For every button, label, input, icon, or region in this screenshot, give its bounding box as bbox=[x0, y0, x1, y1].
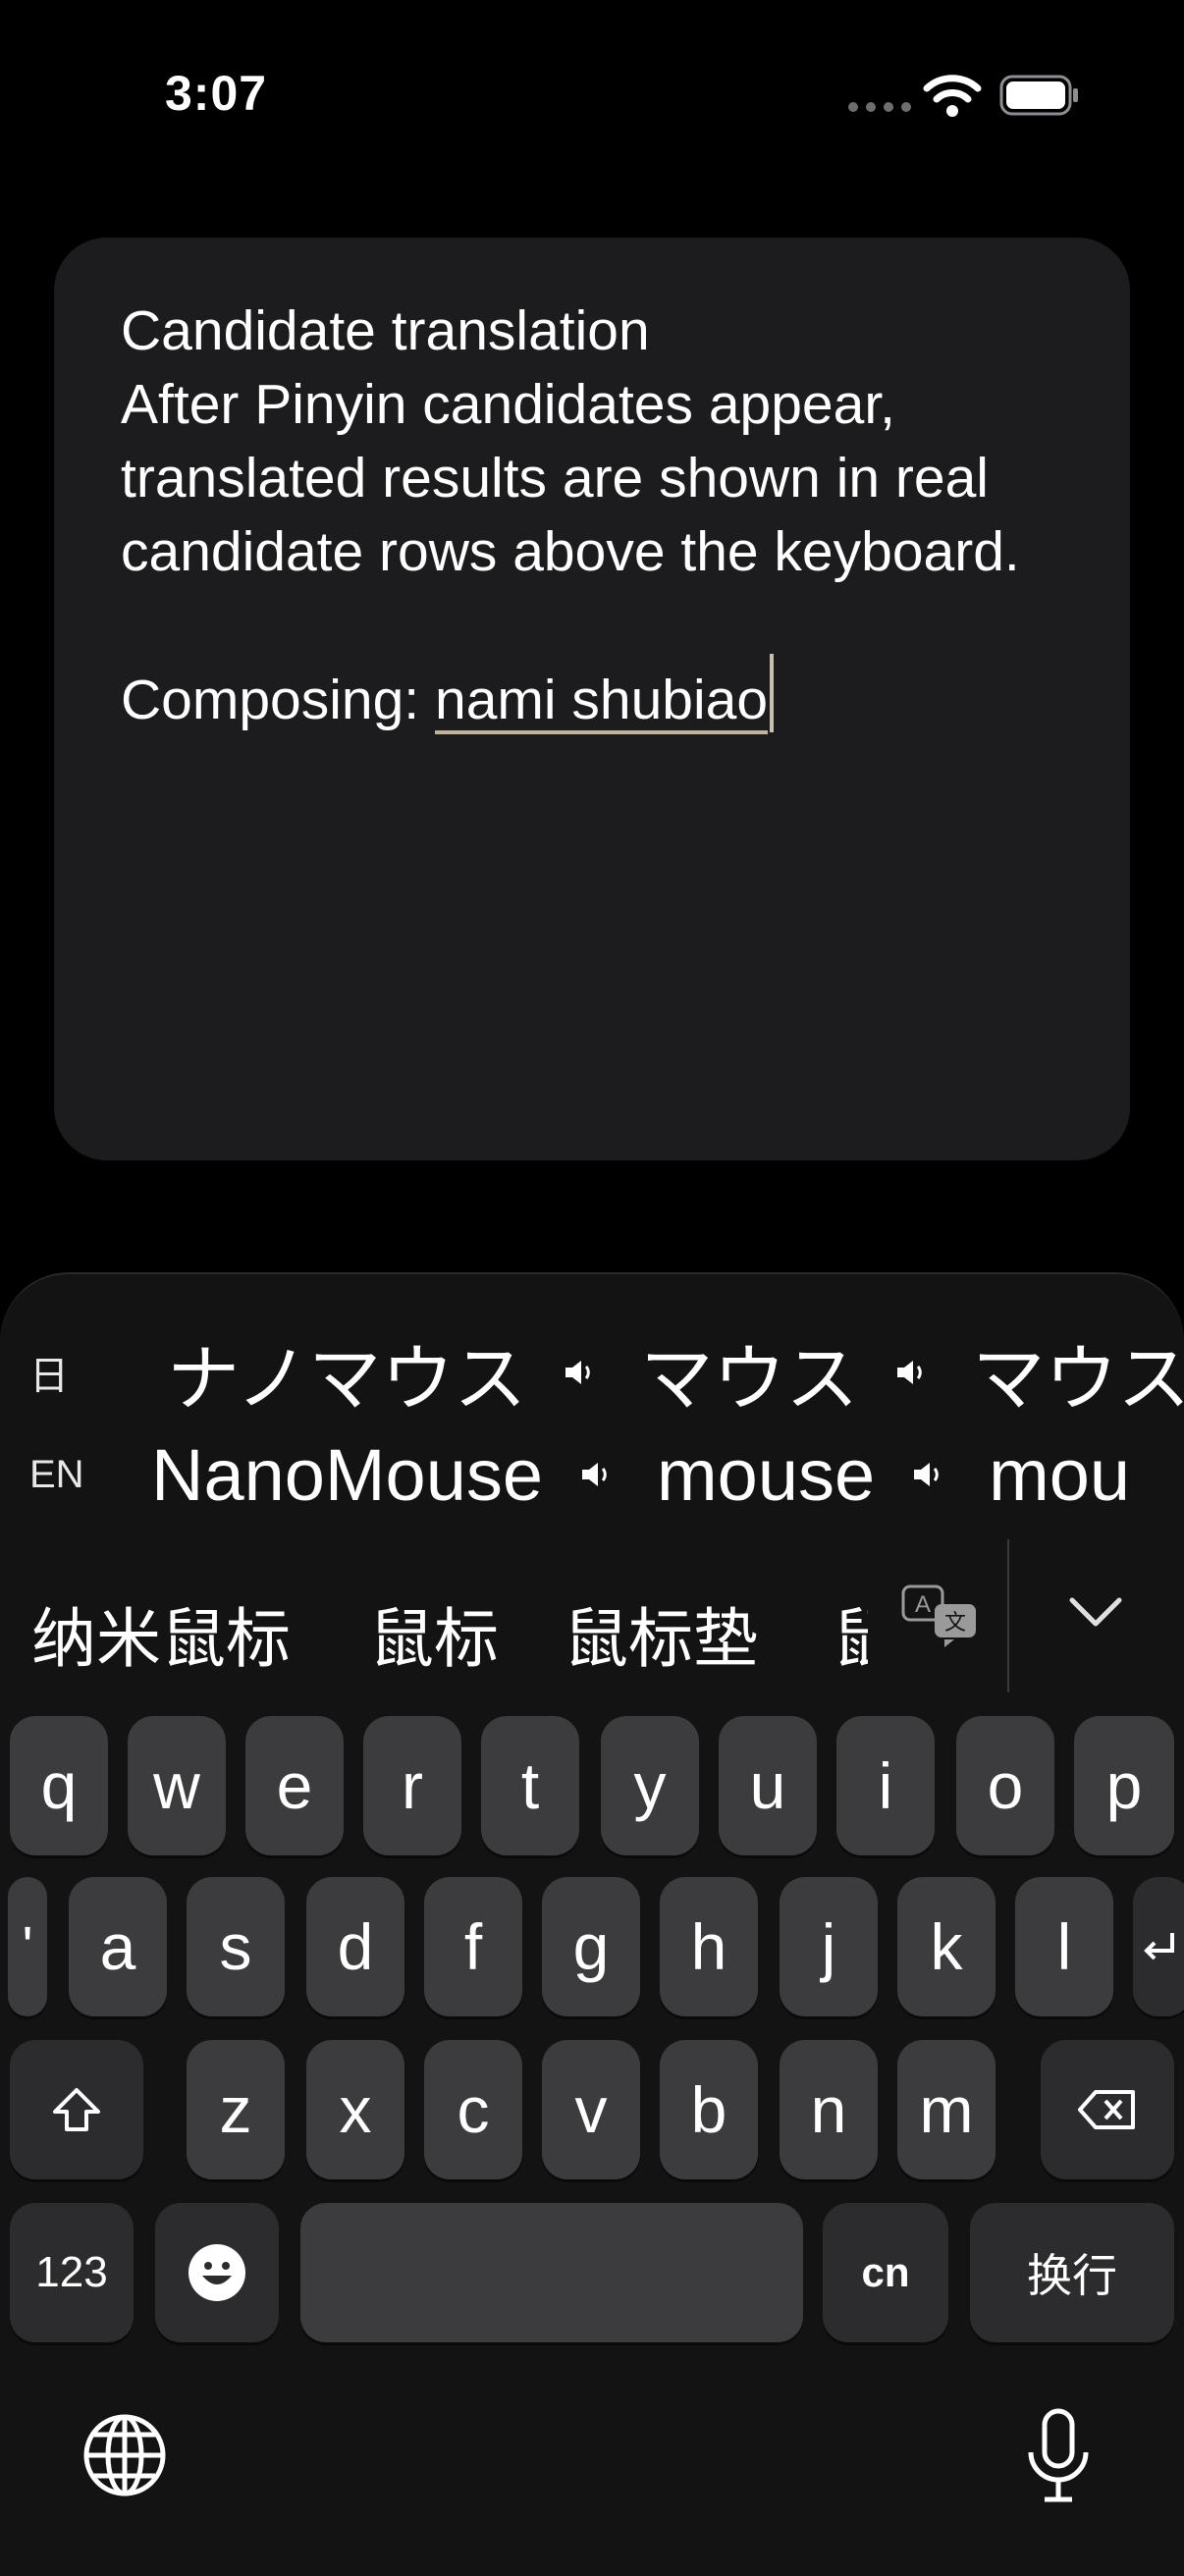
wifi-icon bbox=[923, 75, 982, 117]
key-e[interactable]: e bbox=[245, 1716, 344, 1855]
key-c[interactable]: c bbox=[424, 2040, 522, 2179]
pinyin-candidate[interactable]: 纳米鼠标 bbox=[31, 1586, 291, 1681]
key-x[interactable]: x bbox=[306, 2040, 404, 2179]
speaker-icon[interactable] bbox=[908, 1455, 947, 1494]
signal-dots-icon bbox=[848, 102, 911, 112]
key-return-partial[interactable] bbox=[1133, 1877, 1184, 2016]
status-time: 3:07 bbox=[165, 66, 268, 121]
key-b[interactable]: b bbox=[660, 2040, 758, 2179]
svg-text:A: A bbox=[915, 1591, 931, 1618]
translation-candidate[interactable]: マウス bbox=[972, 1320, 1184, 1425]
key-s[interactable]: s bbox=[187, 1877, 285, 2016]
candidate-divider bbox=[1007, 1539, 1009, 1692]
translation-candidate[interactable]: NanoMouse bbox=[151, 1433, 657, 1517]
shift-key[interactable] bbox=[10, 2040, 143, 2179]
key-y[interactable]: y bbox=[601, 1716, 699, 1855]
key-d[interactable]: d bbox=[306, 1877, 404, 2016]
space-key[interactable] bbox=[300, 2203, 803, 2342]
text-cursor bbox=[770, 654, 775, 732]
composing-label: Composing: bbox=[121, 669, 435, 731]
chevron-down-icon[interactable] bbox=[1064, 1586, 1127, 1636]
key-i[interactable]: i bbox=[836, 1716, 935, 1855]
microphone-icon[interactable] bbox=[1023, 2407, 1094, 2505]
key-z[interactable]: z bbox=[187, 2040, 285, 2179]
key-h[interactable]: h bbox=[660, 1877, 758, 2016]
translation-candidate[interactable]: マウス bbox=[640, 1320, 972, 1425]
key-v[interactable]: v bbox=[542, 2040, 640, 2179]
translation-candidate[interactable]: mouse bbox=[657, 1433, 989, 1517]
lang-switch-key[interactable]: cn bbox=[823, 2203, 948, 2342]
globe-icon[interactable] bbox=[82, 2413, 167, 2497]
key-apostrophe[interactable]: ' bbox=[8, 1877, 47, 2016]
emoji-icon bbox=[188, 2244, 245, 2301]
keyboard: 日 ナノマウス マウス マウス EN NanoMouse mouse mou 纳… bbox=[0, 1272, 1184, 2576]
composing-text: nami shubiao bbox=[435, 669, 769, 731]
key-p[interactable]: p bbox=[1074, 1716, 1174, 1855]
composing-line: Composing: nami shubiao bbox=[121, 654, 775, 737]
speaker-icon[interactable] bbox=[560, 1353, 599, 1392]
pinyin-candidate[interactable]: 鼠标垫 bbox=[564, 1586, 758, 1681]
key-u[interactable]: u bbox=[719, 1716, 817, 1855]
key-g[interactable]: g bbox=[542, 1877, 640, 2016]
return-arrow-icon bbox=[1144, 1933, 1174, 1960]
key-t[interactable]: t bbox=[481, 1716, 579, 1855]
text-input-area[interactable]: Candidate translation After Pinyin candi… bbox=[54, 238, 1130, 1160]
key-a[interactable]: a bbox=[69, 1877, 167, 2016]
key-j[interactable]: j bbox=[780, 1877, 878, 2016]
translation-row-english: EN NanoMouse mouse mou bbox=[0, 1425, 1130, 1524]
delete-key[interactable] bbox=[1041, 2040, 1174, 2179]
key-r[interactable]: r bbox=[363, 1716, 461, 1855]
key-l[interactable]: l bbox=[1015, 1877, 1113, 2016]
key-f[interactable]: f bbox=[424, 1877, 522, 2016]
svg-text:文: 文 bbox=[944, 1611, 966, 1636]
translation-row-japanese: 日 ナノマウス マウス マウス bbox=[0, 1323, 1184, 1422]
battery-icon bbox=[999, 75, 1078, 116]
translate-icon[interactable]: A 文 bbox=[901, 1584, 980, 1647]
translation-candidate[interactable]: ナノマウス bbox=[167, 1320, 640, 1425]
pinyin-candidate[interactable]: 鼠 bbox=[833, 1586, 868, 1681]
key-m[interactable]: m bbox=[897, 2040, 996, 2179]
delete-icon bbox=[1078, 2090, 1135, 2129]
lang-label-en: EN bbox=[29, 1452, 84, 1496]
emoji-key[interactable] bbox=[155, 2203, 279, 2342]
key-q[interactable]: q bbox=[10, 1716, 108, 1855]
key-o[interactable]: o bbox=[956, 1716, 1054, 1855]
lang-label-ja: 日 bbox=[29, 1355, 69, 1398]
key-n[interactable]: n bbox=[780, 2040, 878, 2179]
return-key[interactable]: 换行 bbox=[970, 2203, 1174, 2342]
translation-candidate[interactable]: mou bbox=[989, 1433, 1130, 1517]
shift-icon bbox=[53, 2088, 100, 2131]
key-w[interactable]: w bbox=[128, 1716, 226, 1855]
key-k[interactable]: k bbox=[897, 1877, 996, 2016]
card-body-text: Candidate translation After Pinyin candi… bbox=[121, 299, 1020, 583]
speaker-icon[interactable] bbox=[576, 1455, 616, 1494]
speaker-icon[interactable] bbox=[891, 1353, 931, 1392]
pinyin-candidate[interactable]: 鼠标 bbox=[369, 1586, 499, 1681]
numbers-key[interactable]: 123 bbox=[10, 2203, 134, 2342]
